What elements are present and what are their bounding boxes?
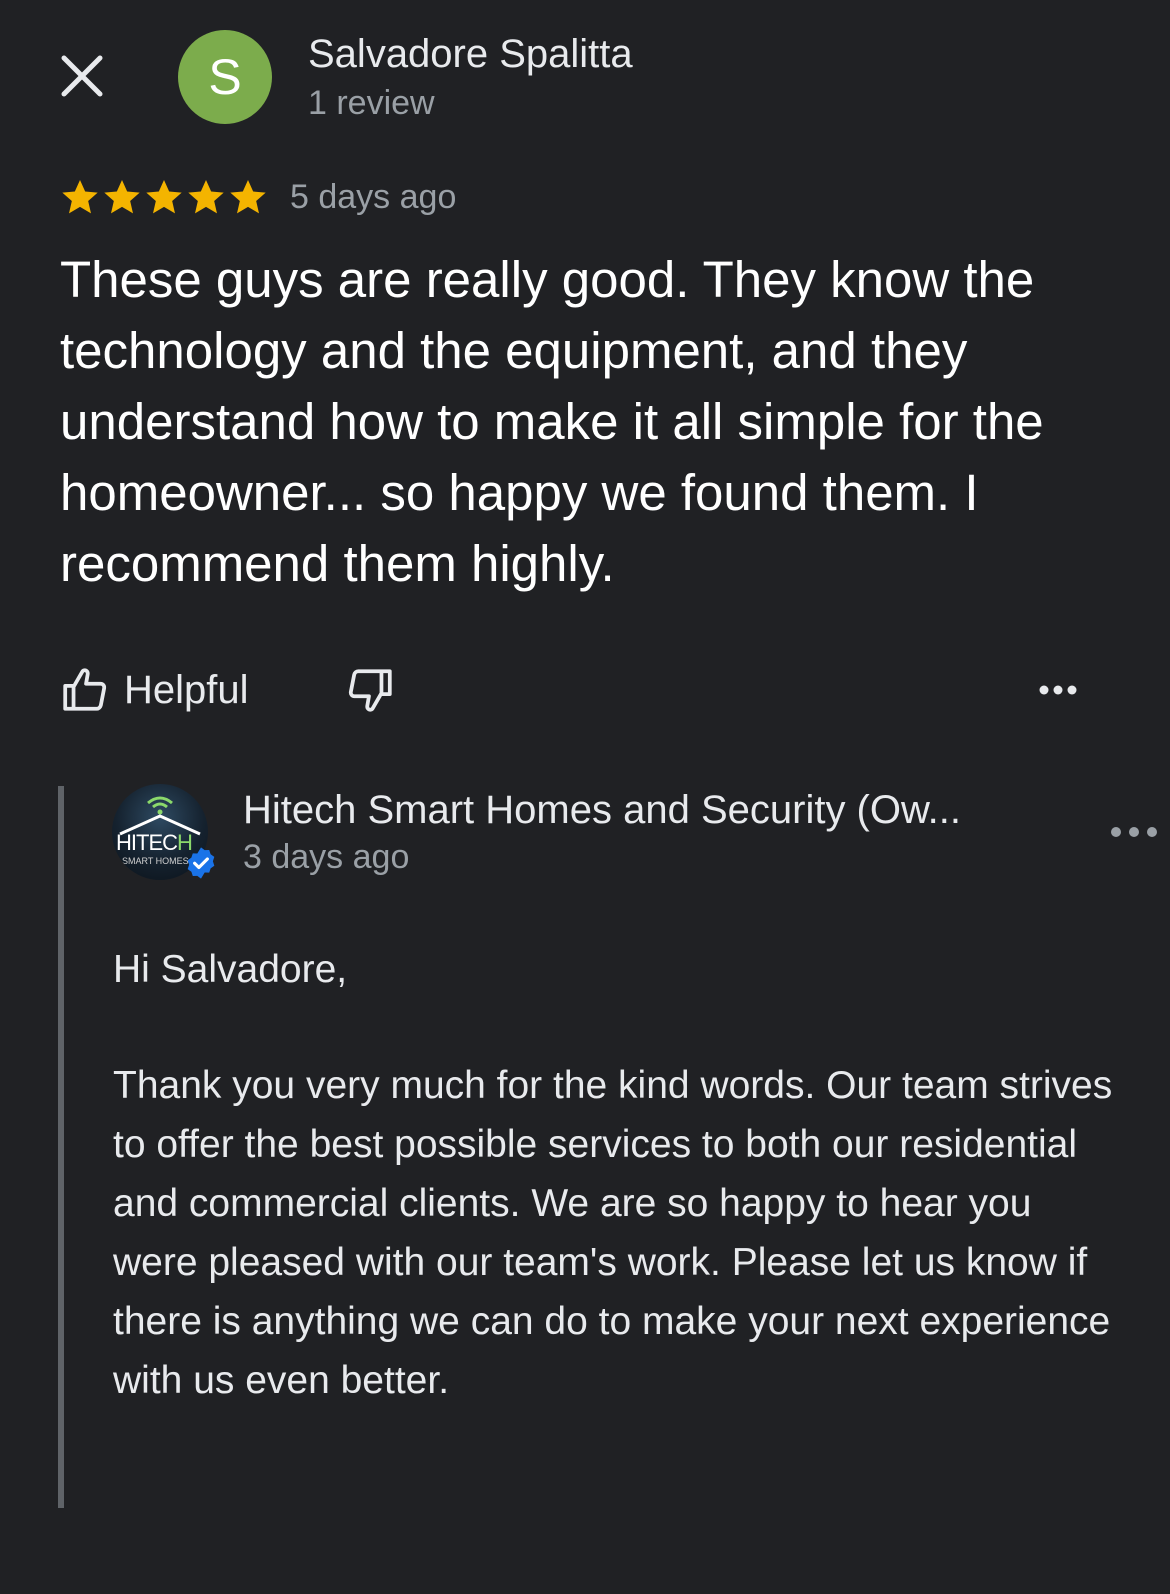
star-icon [230,180,266,214]
reviewer-name[interactable]: Salvadore Spalitta [308,32,633,77]
star-icon [146,180,182,214]
reply-body: Thank you very much for the kind words. … [113,1064,1113,1402]
owner-name[interactable]: Hitech Smart Homes and Security (Ow... [243,788,961,833]
reply-date: 3 days ago [243,838,410,876]
avatar-letter: S [208,49,242,105]
star-icon [104,180,140,214]
reply-more-button[interactable] [1106,820,1170,844]
not-helpful-button[interactable] [340,660,400,720]
verified-check-icon [187,847,215,879]
helpful-label: Helpful [124,667,249,712]
reply-divider [58,786,64,1508]
star-icon [62,180,98,214]
close-button[interactable] [56,50,108,102]
thumbs-down-icon [348,669,392,712]
more-horizontal-icon [1111,827,1157,837]
more-horizontal-icon [1039,685,1077,695]
review-text: These guys are really good. They know th… [60,251,1044,592]
logo-wordmark: HITECH [116,830,193,855]
star-rating [60,174,268,220]
review-date: 5 days ago [290,178,457,216]
helpful-button[interactable]: Helpful [60,660,249,720]
review-more-button[interactable] [1026,670,1090,710]
star-icon [188,180,224,214]
close-icon [61,55,103,97]
review-detail-page: S Salvadore Spalitta 1 review 5 days ago… [0,0,1170,1594]
review-count: 1 review [308,84,435,122]
thumbs-up-icon [63,668,107,711]
reviewer-avatar[interactable]: S [178,30,272,124]
reply-greeting: Hi Salvadore, [113,948,348,991]
